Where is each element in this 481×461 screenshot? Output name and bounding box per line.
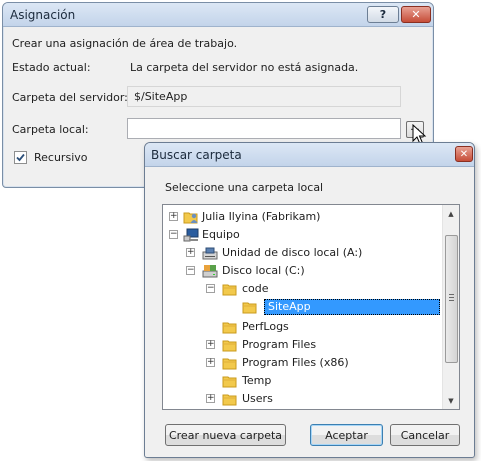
server-folder-value: $/SiteApp — [134, 90, 188, 103]
tree-item-program-files-x86[interactable]: + Program Files (x86) — [163, 354, 459, 372]
tree-item-label: SiteApp — [264, 299, 440, 315]
floppy-drive-icon — [202, 247, 218, 260]
server-folder-field: $/SiteApp — [127, 86, 401, 107]
expand-icon[interactable]: + — [206, 340, 215, 349]
assignment-titlebar[interactable]: Asignación ? ✕ — [3, 3, 433, 27]
tree-item-label: Disco local (C:) — [222, 264, 305, 277]
expand-icon[interactable]: + — [206, 358, 215, 367]
expand-icon[interactable]: + — [186, 248, 195, 257]
recursive-checkbox[interactable] — [14, 151, 27, 164]
recursive-label: Recursivo — [34, 151, 88, 164]
tree-item-label: Program Files (x86) — [242, 356, 349, 369]
collapse-icon[interactable]: − — [169, 230, 178, 239]
help-button[interactable]: ? — [367, 6, 399, 23]
folder-icon — [222, 358, 237, 370]
local-folder-input[interactable] — [127, 118, 401, 139]
tree-item-label: Equipo — [202, 228, 240, 241]
tree-item-user[interactable]: + Julia Ilyina (Fabrikam) — [163, 208, 459, 226]
folder-tree[interactable]: + Julia Ilyina (Fabrikam) − Equipo + Uni… — [162, 204, 460, 410]
tree-item-computer[interactable]: − Equipo — [163, 226, 459, 244]
tree-item-program-files[interactable]: + Program Files — [163, 336, 459, 354]
ok-button[interactable]: Aceptar — [310, 424, 383, 446]
cancel-button[interactable]: Cancelar — [390, 424, 460, 446]
tree-item-label: Julia Ilyina (Fabrikam) — [202, 210, 321, 223]
status-label: Estado actual: — [12, 61, 91, 74]
status-value: La carpeta del servidor no está asignada… — [130, 61, 359, 74]
browse-titlebar[interactable]: Buscar carpeta ✕ — [145, 143, 474, 167]
tree-item-temp[interactable]: Temp — [163, 372, 459, 390]
computer-icon — [183, 228, 199, 242]
browse-prompt: Seleccione una carpeta local — [165, 181, 324, 194]
tree-item-label: PerfLogs — [242, 320, 289, 333]
browse-close-button[interactable]: ✕ — [455, 146, 473, 162]
tree-item-local-disk[interactable]: − Disco local (C:) — [163, 262, 459, 280]
hard-drive-icon — [202, 265, 218, 278]
collapse-icon[interactable]: − — [186, 266, 195, 275]
tree-scrollbar[interactable]: ▲ ▼ — [442, 205, 459, 409]
checkmark-icon — [16, 153, 25, 162]
browse-folder-dialog: Buscar carpeta ✕ Seleccione una carpeta … — [144, 142, 475, 458]
tree-item-label: Unidad de disco local (A:) — [222, 246, 363, 259]
local-folder-label: Carpeta local: — [12, 123, 89, 136]
tree-item-siteapp[interactable]: SiteApp — [163, 298, 459, 316]
tree-item-label: Temp — [242, 374, 272, 387]
tree-item-code[interactable]: − code — [163, 280, 459, 298]
folder-icon — [242, 302, 257, 314]
folder-icon — [222, 340, 237, 352]
assignment-title: Asignación — [10, 8, 76, 22]
expand-icon[interactable]: + — [169, 212, 178, 221]
scroll-down-icon[interactable]: ▼ — [443, 392, 459, 409]
tree-item-users[interactable]: + Users — [163, 390, 459, 408]
new-folder-button[interactable]: Crear nueva carpeta — [165, 424, 286, 446]
tree-item-label: Program Files — [242, 338, 317, 351]
tree-item-label: Users — [242, 392, 273, 405]
scrollbar-thumb[interactable] — [445, 235, 458, 363]
folder-icon — [222, 376, 237, 388]
tree-item-perflogs[interactable]: PerfLogs — [163, 318, 459, 336]
intro-text: Crear una asignación de área de trabajo. — [12, 37, 238, 50]
collapse-icon[interactable]: − — [206, 284, 215, 293]
tree-item-label: code — [242, 282, 269, 295]
scroll-up-icon[interactable]: ▲ — [443, 205, 459, 222]
folder-icon — [222, 322, 237, 334]
close-button[interactable]: ✕ — [401, 6, 431, 23]
browse-title: Buscar carpeta — [151, 148, 242, 162]
server-folder-label: Carpeta del servidor: — [12, 91, 128, 104]
folder-icon — [222, 394, 237, 406]
folder-icon — [222, 284, 237, 296]
expand-icon[interactable]: + — [206, 394, 215, 403]
tree-item-floppy[interactable]: + Unidad de disco local (A:) — [163, 244, 459, 262]
user-folder-icon — [183, 212, 198, 224]
